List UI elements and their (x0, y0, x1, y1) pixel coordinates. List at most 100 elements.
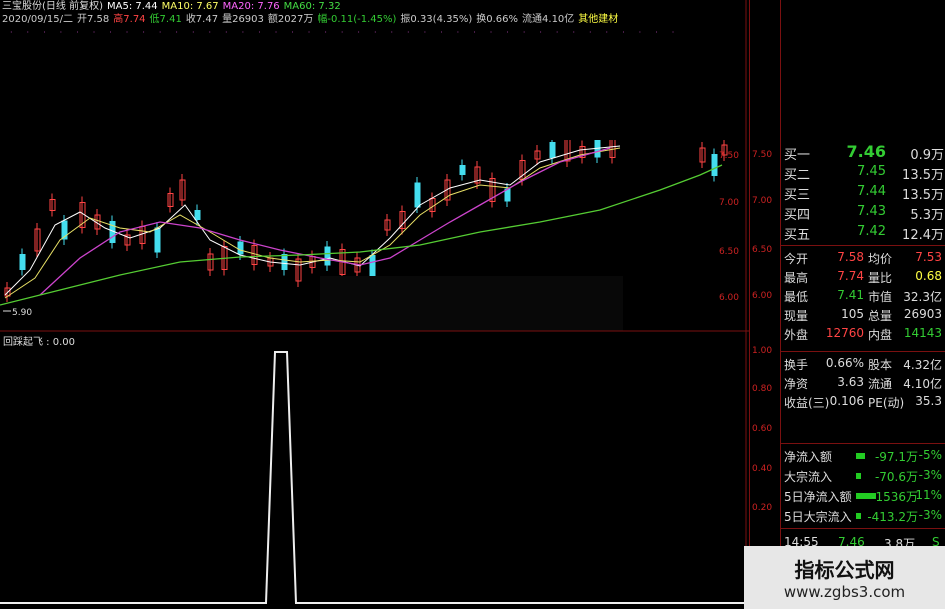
flow-pct: -3% (918, 468, 942, 482)
low-price-marker: 5.90 (12, 308, 32, 318)
flow-value: -97.1万 (874, 450, 918, 464)
orderbook-price: 7.42 (857, 224, 886, 239)
header-ma-item: MA10: 7.67 (161, 1, 219, 12)
header-ohlc-item: 高7.74 (113, 14, 146, 25)
header-ohlc-item: 流通4.10亿 (522, 14, 575, 25)
stat-value: 12760 (825, 326, 864, 340)
stat-value: 0.66% (825, 356, 864, 370)
stat-label: 今开 (784, 252, 809, 266)
stat-label: 收益(三) (784, 396, 830, 410)
candle (324, 246, 331, 266)
chart-header-ohlc: 2020/09/15/二 开7.58 高7.74 低7.41 收7.47 量26903 额2… (2, 14, 622, 26)
stat-value: 7.58 (837, 250, 864, 264)
stat-label: 净资 (784, 377, 809, 391)
stat-value: 4.32亿 (903, 358, 942, 372)
price-tick: 7.00 (719, 198, 739, 208)
flow-pct: -11% (910, 488, 942, 502)
header-ohlc-item: 额2027万 (267, 14, 314, 25)
stat-value: 0.68 (915, 269, 942, 283)
header-ohlc-item: 幅-0.11(-1.45%) (317, 14, 397, 25)
flow-pct: -3% (918, 508, 942, 522)
stat-value: 35.3 (915, 394, 942, 408)
candle (549, 142, 556, 158)
header-ohlc-item: 收7.47 (185, 14, 219, 25)
stat-value: 0.106 (829, 394, 864, 408)
flow-bar (856, 473, 862, 479)
panel-axis: 6.00 (752, 291, 773, 301)
header-ohlc-item: 量26903 (222, 14, 264, 25)
orderbook-price: 7.43 (857, 204, 886, 219)
orderbook-volume: 0.9万 (910, 148, 944, 163)
orderbook-label: 买一 (784, 148, 811, 163)
header-ohlc-item: 低7.41 (149, 14, 182, 25)
orderbook-price: 7.44 (857, 184, 886, 199)
flow-label: 5日大宗流入 (784, 510, 852, 524)
orderbook-price: 7.46 (846, 142, 886, 161)
orderbook-row[interactable]: 买五 7.42 12.4万 (784, 222, 944, 243)
candle (237, 241, 244, 255)
candle (414, 182, 421, 208)
stat-label: 量比 (868, 271, 893, 285)
stat-label: 现量 (784, 309, 809, 323)
orderbook-label: 买五 (784, 228, 811, 243)
flow-value: -413.2万 (867, 510, 918, 524)
panel-ind-axis: 0.40 (752, 464, 773, 474)
orderbook-row[interactable]: 买二 7.45 13.5万 (784, 162, 944, 183)
panel-ind-axis: 0.80 (752, 384, 773, 394)
flow-label: 5日净流入额 (784, 490, 852, 504)
stat-row: 收益(三) 0.106 PE(动) 35.3 (784, 392, 944, 411)
orderbook-volume: 13.5万 (902, 188, 944, 203)
chart-canvas[interactable]: 7.50 7.00 6.50 6.00 5.90 1.00 (0, 0, 749, 609)
header-ma-item: MA5: 7.44 (106, 1, 158, 12)
panel-ind-axis: 1.00 (752, 346, 773, 356)
stat-label: PE(动) (868, 396, 905, 410)
candle (281, 254, 288, 270)
orderbook-row[interactable]: 买一 7.46 0.9万 (784, 142, 944, 163)
redaction-block (320, 276, 623, 331)
stat-label: 均价 (868, 252, 893, 266)
stat-value: 7.74 (837, 269, 864, 283)
price-tick: 7.50 (719, 151, 739, 161)
candle (369, 255, 376, 277)
indicator-line (0, 351, 749, 604)
header-ohlc-item: 其他建材 (578, 14, 619, 25)
stat-row: 现量 105 总量 26903 (784, 305, 944, 324)
watermark-title: 指标公式网 (794, 558, 895, 582)
stat-value: 3.63 (837, 375, 864, 389)
panel-ind-axis: 0.60 (752, 424, 773, 434)
stat-row: 今开 7.58 均价 7.53 (784, 248, 944, 267)
candle (154, 227, 161, 253)
panel-ind-axis: 0.20 (752, 503, 773, 513)
header-ohlc-item: 开7.58 (77, 14, 110, 25)
stat-row: 最高 7.74 量比 0.68 (784, 267, 944, 286)
watermark: 指标公式网 www.zgbs3.com (744, 546, 945, 609)
stat-label: 最高 (784, 271, 809, 285)
orderbook-row[interactable]: 买三 7.44 13.5万 (784, 182, 944, 203)
price-tick: 6.00 (719, 293, 739, 303)
stat-value: 26903 (903, 307, 942, 321)
orderbook-row[interactable]: 买四 7.43 5.3万 (784, 202, 944, 223)
panel-axis: 7.00 (752, 196, 773, 206)
stat-row: 换手 0.66% 股本 4.32亿 (784, 354, 944, 373)
flow-pct: -5% (918, 448, 942, 462)
flow-row: 5日净流入额 -1536万 -11% (784, 486, 944, 505)
stat-label: 最低 (784, 290, 809, 304)
stat-label: 股本 (868, 358, 893, 372)
stat-value: 14143 (903, 326, 942, 340)
price-axis: 7.50 7.00 6.50 6.00 (719, 151, 739, 303)
stat-value: 32.3亿 (903, 290, 942, 304)
candlestick-series (4, 126, 728, 302)
flow-bar (856, 453, 865, 459)
orderbook-label: 买三 (784, 188, 811, 203)
stat-label: 内盘 (868, 328, 893, 342)
header-dots: ········································… (10, 28, 689, 37)
stat-value: 105 (841, 307, 864, 321)
candle (711, 154, 718, 176)
candle (459, 165, 466, 175)
stat-row: 最低 7.41 市值 32.3亿 (784, 286, 944, 305)
orderbook-label: 买四 (784, 208, 811, 223)
panel-axis-top: 7.50 (752, 150, 773, 160)
orderbook-volume: 5.3万 (910, 208, 944, 223)
stat-label: 市值 (868, 290, 893, 304)
stat-value: 7.41 (837, 288, 864, 302)
